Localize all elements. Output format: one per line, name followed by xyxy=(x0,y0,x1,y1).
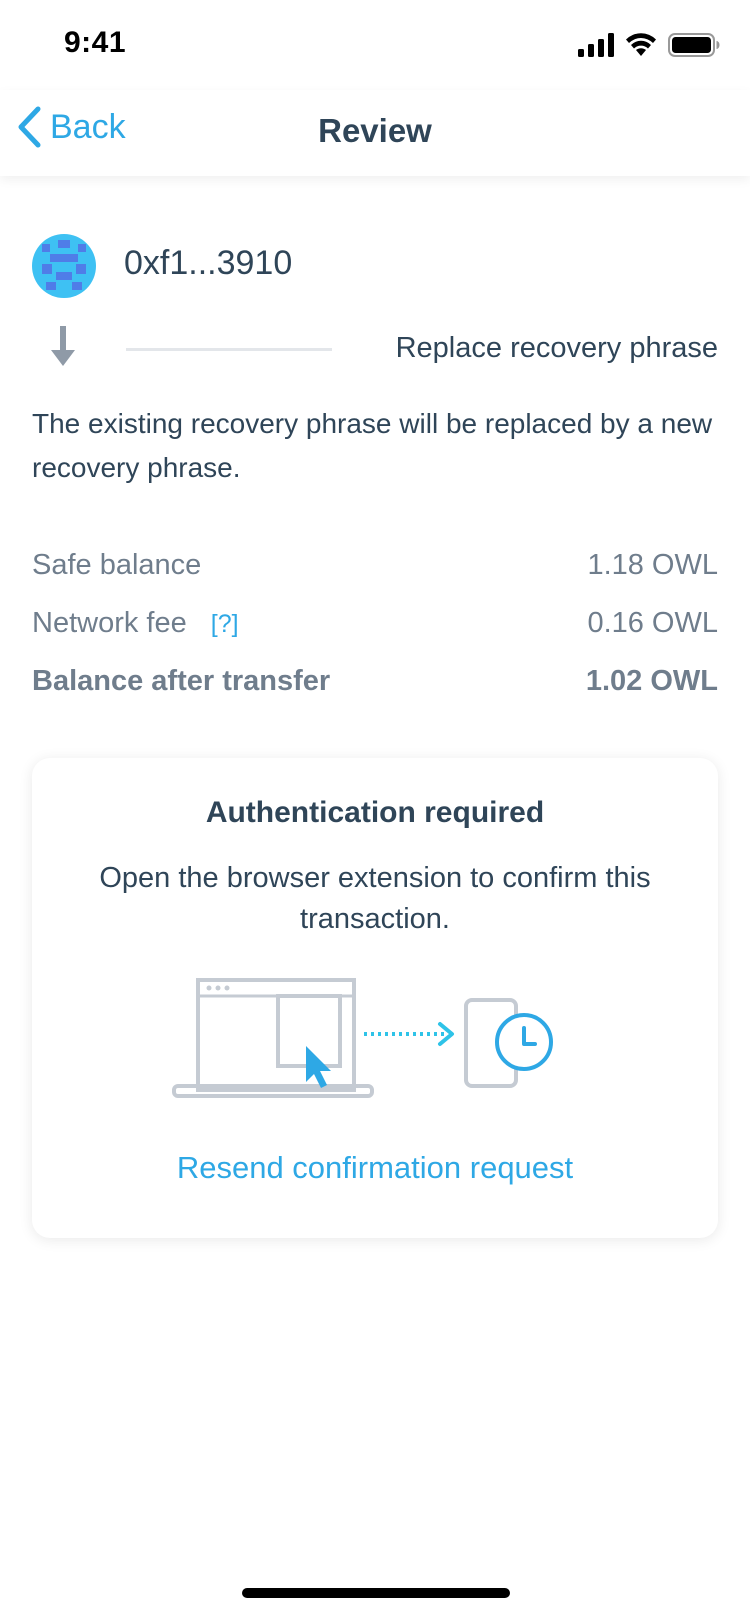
laptop-icon xyxy=(172,978,374,1098)
browser-to-phone-illustration xyxy=(172,978,553,1098)
balance-after-value: 1.02 OWL xyxy=(585,664,718,697)
identicon-icon xyxy=(32,234,96,298)
home-indicator xyxy=(242,1588,510,1598)
safe-balance-row: Safe balance 1.18 OWL xyxy=(32,536,718,594)
transaction-description: The existing recovery phrase will be rep… xyxy=(32,408,713,483)
resend-confirmation-button[interactable]: Resend confirmation request xyxy=(32,1150,718,1186)
network-fee-row: Network fee [?] 0.16 OWL xyxy=(32,594,718,652)
nav-bar: Back Review xyxy=(0,90,750,176)
auth-text: Open the browser extension to confirm th… xyxy=(99,862,651,935)
status-time: 9:41 xyxy=(64,26,127,59)
page-title: Review xyxy=(318,112,432,149)
balance-after-row: Balance after transfer 1.02 OWL xyxy=(32,652,718,710)
arrow-down-icon xyxy=(51,326,75,366)
transaction-action: Replace recovery phrase xyxy=(395,332,718,364)
balance-summary: Safe balance 1.18 OWL Network fee [?] 0.… xyxy=(32,536,718,710)
divider-line xyxy=(126,348,332,351)
safe-balance-label: Safe balance xyxy=(32,548,202,581)
avatar xyxy=(32,234,96,298)
safe-address: 0xf1...3910 xyxy=(124,244,293,282)
cellular-signal-icon xyxy=(578,32,614,57)
dotted-arrow-icon xyxy=(364,1022,454,1046)
network-fee-value: 0.16 OWL xyxy=(587,606,718,639)
status-bar: 9:41 xyxy=(0,0,750,90)
safe-balance-value: 1.18 OWL xyxy=(587,548,718,581)
balance-after-label: Balance after transfer xyxy=(32,664,331,697)
wifi-icon xyxy=(626,33,656,56)
network-fee-help-link[interactable]: [?] xyxy=(211,610,239,638)
auth-title: Authentication required xyxy=(205,796,545,829)
network-fee-label-group: Network fee [?] xyxy=(32,607,239,640)
network-fee-label: Network fee xyxy=(32,606,187,639)
authentication-card: Authentication required Open the browser… xyxy=(32,758,718,1238)
phone-clock-icon xyxy=(464,998,553,1088)
battery-icon xyxy=(668,32,720,57)
status-icons xyxy=(578,32,720,57)
